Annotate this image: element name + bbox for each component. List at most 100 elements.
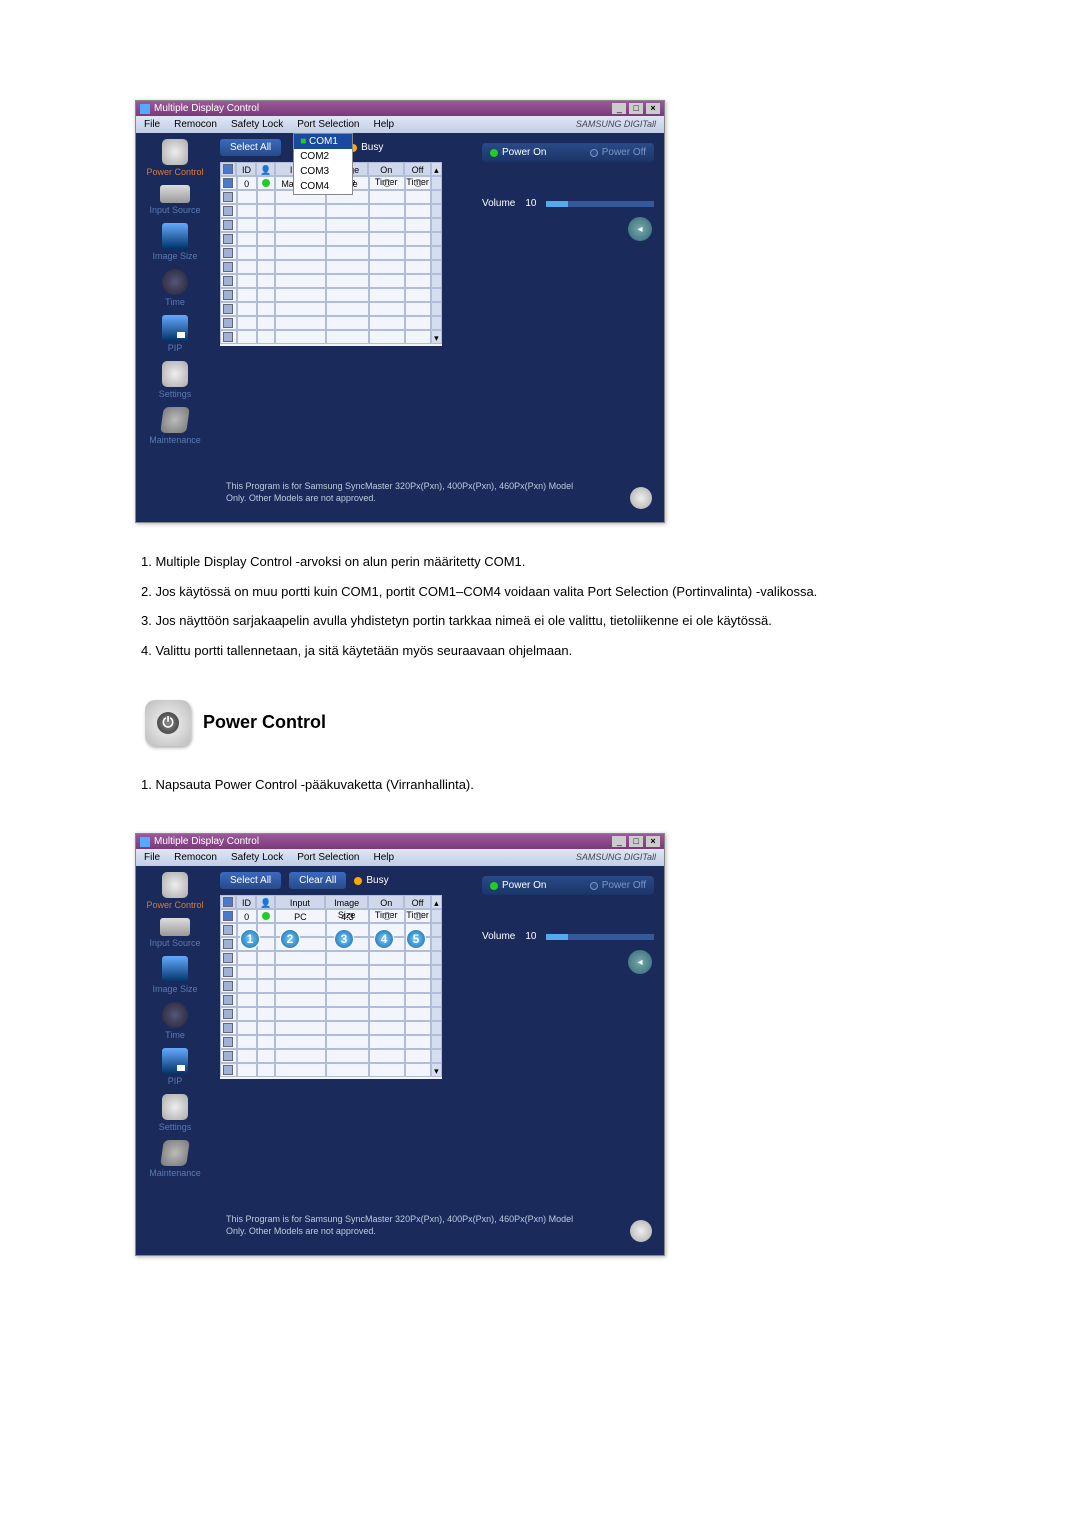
maintenance-icon [160,407,190,433]
sidebar-item-maintenance[interactable]: Maintenance [136,1140,214,1178]
grid-row[interactable]: 0 PC 4:3 [220,909,442,923]
callout-5: 5 [406,929,426,949]
scroll-down-icon[interactable]: ▾ [431,330,442,344]
maximize-button[interactable]: □ [629,103,643,114]
sidebar-item-power-control[interactable]: Power Control [136,139,214,177]
power-control-section-icon: ⏻ [145,700,191,746]
grid-row-empty [220,232,442,246]
power-off-radio[interactable]: Power Off [590,880,646,891]
image-size-icon [162,223,188,249]
radio-off-icon [590,882,598,890]
app-title: Multiple Display Control [154,103,259,114]
footer-message: This Program is for Samsung SyncMaster 3… [136,1206,664,1255]
header-checkbox[interactable] [223,897,233,907]
scroll-up-icon[interactable]: ▴ [431,162,442,176]
app-title: Multiple Display Control [154,836,259,847]
sidebar-item-pip[interactable]: PIP [136,1048,214,1086]
main-area: Select All Clear All Busy ID 👤 Input Ima… [214,866,664,1206]
menu-port-selection[interactable]: Port Selection [297,852,359,863]
footer-knob-icon [630,487,652,509]
paragraph-3: 3. Jos näyttöön sarjakaapelin avulla yhd… [125,612,955,630]
paragraph-4: 4. Valittu portti tallennetaan, ja sitä … [125,642,955,660]
row-checkbox[interactable] [223,178,233,188]
power-icon [162,872,188,898]
app-body: Power Control Input Source Image Size Ti… [136,866,664,1206]
scroll-up-icon[interactable]: ▴ [431,895,442,909]
grid-row-empty [220,1007,442,1021]
volume-value: 10 [525,931,536,942]
port-option-com2[interactable]: COM2 [294,149,352,164]
grid-row-empty [220,288,442,302]
power-off-radio[interactable]: Power Off [590,147,646,158]
header-checkbox[interactable] [223,164,233,174]
volume-slider[interactable] [546,934,654,940]
menu-remocon[interactable]: Remocon [174,852,217,863]
menu-file[interactable]: File [144,852,160,863]
pip-icon [162,315,188,341]
menu-help[interactable]: Help [373,852,394,863]
close-button[interactable]: × [646,836,660,847]
maintenance-icon [160,1140,190,1166]
grid-row-empty [220,302,442,316]
select-all-button[interactable]: Select All [220,872,281,889]
volume-label: Volume [482,198,515,209]
close-button[interactable]: × [646,103,660,114]
grid-row-empty [220,246,442,260]
screenshot-port-selection: Multiple Display Control _ □ × File Remo… [135,100,665,523]
minimize-button[interactable]: _ [612,836,626,847]
paragraph-5: 1. Napsauta Power Control -pääkuvaketta … [125,776,955,794]
busy-indicator: Busy [349,142,383,153]
time-icon [162,269,188,295]
grid-row-empty [220,1035,442,1049]
port-option-com4[interactable]: COM4 [294,179,352,194]
status-header-icon: 👤 [256,895,274,909]
window-controls: _ □ × [612,836,660,847]
maximize-button[interactable]: □ [629,836,643,847]
sidebar-item-settings[interactable]: Settings [136,361,214,399]
port-option-com1[interactable]: ■ COM1 [294,134,352,149]
menu-port-selection[interactable]: Port Selection ■ COM1 COM2 COM3 COM4 [297,119,359,130]
power-panel: Power On Power Off Volume 10 ◂ [478,139,658,467]
volume-knob[interactable]: ◂ [628,217,652,241]
brand-label: SAMSUNG DIGITall [576,852,656,863]
select-all-button[interactable]: Select All [220,139,281,156]
sidebar-item-time[interactable]: Time [136,269,214,307]
power-panel: Power On Power Off Volume 10 ◂ [478,872,658,1200]
time-icon [162,1002,188,1028]
paragraph-2: 2. Jos käytössä on muu portti kuin COM1,… [125,583,955,601]
row-checkbox[interactable] [223,911,233,921]
sidebar-item-power-control[interactable]: Power Control [136,872,214,910]
sidebar-item-input-source[interactable]: Input Source [136,918,214,948]
sidebar-item-pip[interactable]: PIP [136,315,214,353]
menu-help[interactable]: Help [373,119,394,130]
app-icon [140,837,150,847]
app-icon [140,104,150,114]
sidebar-item-settings[interactable]: Settings [136,1094,214,1132]
grid-row-empty [220,218,442,232]
menu-file[interactable]: File [144,119,160,130]
callout-1: 1 [240,929,260,949]
menu-remocon[interactable]: Remocon [174,119,217,130]
volume-knob[interactable]: ◂ [628,950,652,974]
sidebar-item-maintenance[interactable]: Maintenance [136,407,214,445]
grid-row-empty [220,274,442,288]
footer-message: This Program is for Samsung SyncMaster 3… [136,473,664,522]
sidebar-item-time[interactable]: Time [136,1002,214,1040]
callout-3: 3 [334,929,354,949]
menu-safety-lock[interactable]: Safety Lock [231,852,283,863]
status-green-icon [262,912,270,920]
volume-slider[interactable] [546,201,654,207]
scroll-down-icon[interactable]: ▾ [431,1063,442,1077]
grid-row-empty [220,993,442,1007]
power-on-radio[interactable]: Power On [490,880,546,891]
menu-safety-lock[interactable]: Safety Lock [231,119,283,130]
sidebar-item-input-source[interactable]: Input Source [136,185,214,215]
body-text-1: 1. Multiple Display Control -arvoksi on … [125,553,955,659]
sidebar-item-image-size[interactable]: Image Size [136,223,214,261]
minimize-button[interactable]: _ [612,103,626,114]
app-body: Power Control Input Source Image Size Ti… [136,133,664,473]
port-option-com3[interactable]: COM3 [294,164,352,179]
clear-all-button[interactable]: Clear All [289,872,346,889]
power-on-radio[interactable]: Power On [490,147,546,158]
sidebar-item-image-size[interactable]: Image Size [136,956,214,994]
